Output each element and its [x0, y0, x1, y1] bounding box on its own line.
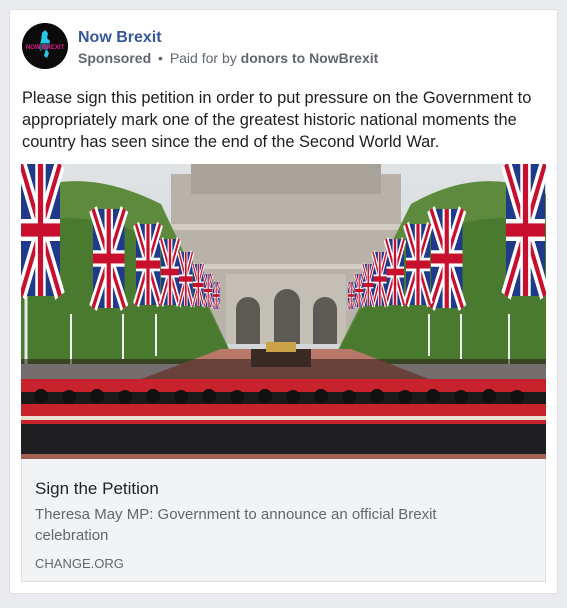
trooping-the-colour-photo — [21, 164, 546, 459]
page-avatar[interactable]: NOW BREXIT — [22, 23, 68, 69]
sponsored-label[interactable]: Sponsored — [78, 50, 151, 66]
link-preview-title[interactable]: Sign the Petition — [35, 479, 159, 499]
page-name-link[interactable]: Now Brexit — [78, 29, 162, 47]
avatar-logo-text: NOW BREXIT — [26, 45, 65, 51]
link-preview-domain: CHANGE.ORG — [35, 556, 124, 571]
now-brexit-logo-icon: NOW BREXIT — [22, 23, 68, 69]
post-image[interactable] — [21, 164, 546, 459]
post-body-text: Please sign this petition in order to pu… — [22, 89, 532, 151]
link-preview-description: Theresa May MP: Government to announce a… — [35, 506, 437, 544]
post-header: NOW BREXIT Now Brexit Sponsored • Paid f… — [22, 23, 542, 69]
post-meta: Sponsored • Paid for by donors to NowBre… — [78, 50, 378, 66]
paid-for-prefix: Paid for by — [169, 50, 237, 66]
meta-separator: • — [158, 50, 163, 66]
link-preview[interactable]: Sign the Petition Theresa May MP: Govern… — [21, 459, 546, 582]
sponsored-post-card: NOW BREXIT Now Brexit Sponsored • Paid f… — [9, 9, 558, 594]
sponsor-name-link[interactable]: donors to NowBrexit — [241, 50, 379, 66]
